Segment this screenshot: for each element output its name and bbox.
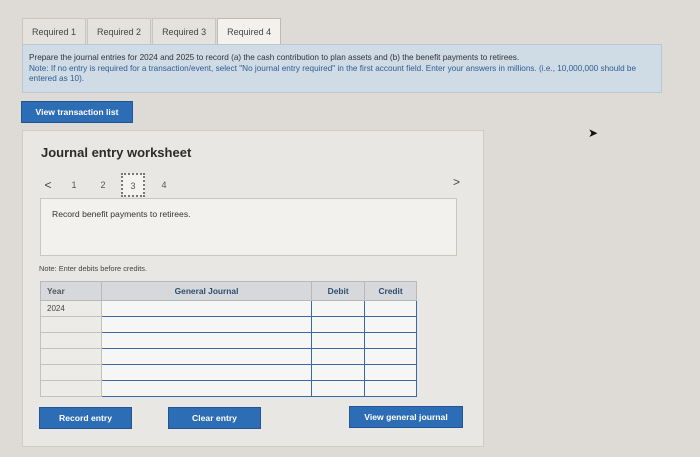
next-page-icon[interactable]: >	[453, 175, 460, 189]
year-cell	[40, 332, 102, 349]
year-cell	[40, 316, 102, 333]
credit-input[interactable]	[364, 332, 417, 349]
credit-input[interactable]	[364, 364, 417, 381]
year-cell	[40, 364, 102, 381]
instructions-note: Note: If no entry is required for a tran…	[29, 63, 636, 84]
journal-entry-worksheet: Journal entry worksheet < 1 2 3 4 > Reco…	[22, 130, 484, 447]
table-row	[40, 364, 417, 381]
account-input[interactable]	[100, 348, 313, 365]
credit-input[interactable]	[364, 316, 417, 333]
table-row	[40, 380, 417, 397]
instructions-main: Prepare the journal entries for 2024 and…	[29, 53, 520, 62]
account-input[interactable]	[100, 300, 313, 317]
debit-input[interactable]	[311, 300, 366, 317]
debits-credits-note: Note: Enter debits before credits.	[39, 264, 148, 273]
worksheet-pager: < 1 2 3 4	[39, 172, 177, 198]
year-cell	[40, 348, 102, 365]
credit-header: Credit	[364, 281, 417, 301]
debit-input[interactable]	[311, 348, 366, 365]
tab-required-1[interactable]: Required 1	[22, 18, 87, 44]
table-row: 2024	[40, 300, 417, 317]
page-2[interactable]: 2	[91, 180, 115, 190]
journal-table: Year General Journal Debit Credit 2024	[40, 281, 417, 397]
account-input[interactable]	[100, 364, 313, 381]
page-3[interactable]: 3	[121, 173, 145, 197]
page-4[interactable]: 4	[151, 180, 177, 190]
record-entry-button[interactable]: Record entry	[39, 407, 132, 429]
tab-required-2[interactable]: Required 2	[87, 18, 152, 44]
credit-input[interactable]	[364, 380, 417, 397]
year-header: Year	[40, 281, 102, 301]
instructions-panel: Prepare the journal entries for 2024 and…	[22, 44, 662, 93]
mouse-cursor-icon: ➤	[588, 126, 599, 140]
table-row	[40, 332, 417, 349]
credit-input[interactable]	[364, 300, 417, 317]
tab-required-4[interactable]: Required 4	[217, 18, 282, 46]
account-input[interactable]	[100, 316, 313, 333]
debit-input[interactable]	[311, 364, 366, 381]
table-row	[40, 316, 417, 333]
entry-description: Record benefit payments to retirees.	[52, 209, 191, 219]
journal-header-row: Year General Journal Debit Credit	[40, 281, 417, 301]
worksheet-title: Journal entry worksheet	[41, 145, 192, 160]
year-cell	[40, 380, 102, 397]
debit-input[interactable]	[311, 380, 366, 397]
debit-input[interactable]	[311, 316, 366, 333]
debit-input[interactable]	[311, 332, 366, 349]
page-1[interactable]: 1	[57, 180, 91, 190]
year-cell: 2024	[40, 300, 102, 317]
account-input[interactable]	[100, 380, 313, 397]
view-general-journal-button[interactable]: View general journal	[349, 406, 463, 428]
tab-required-3[interactable]: Required 3	[152, 18, 217, 44]
general-journal-header: General Journal	[100, 281, 313, 301]
credit-input[interactable]	[364, 348, 417, 365]
entry-description-box: Record benefit payments to retirees.	[40, 198, 457, 256]
clear-entry-button[interactable]: Clear entry	[168, 407, 261, 429]
prev-page-icon[interactable]: <	[39, 178, 57, 192]
view-transaction-list-button[interactable]: View transaction list	[21, 101, 133, 123]
debit-header: Debit	[311, 281, 366, 301]
table-row	[40, 348, 417, 365]
tab-bar: Required 1 Required 2 Required 3 Require…	[22, 18, 282, 46]
account-input[interactable]	[100, 332, 313, 349]
